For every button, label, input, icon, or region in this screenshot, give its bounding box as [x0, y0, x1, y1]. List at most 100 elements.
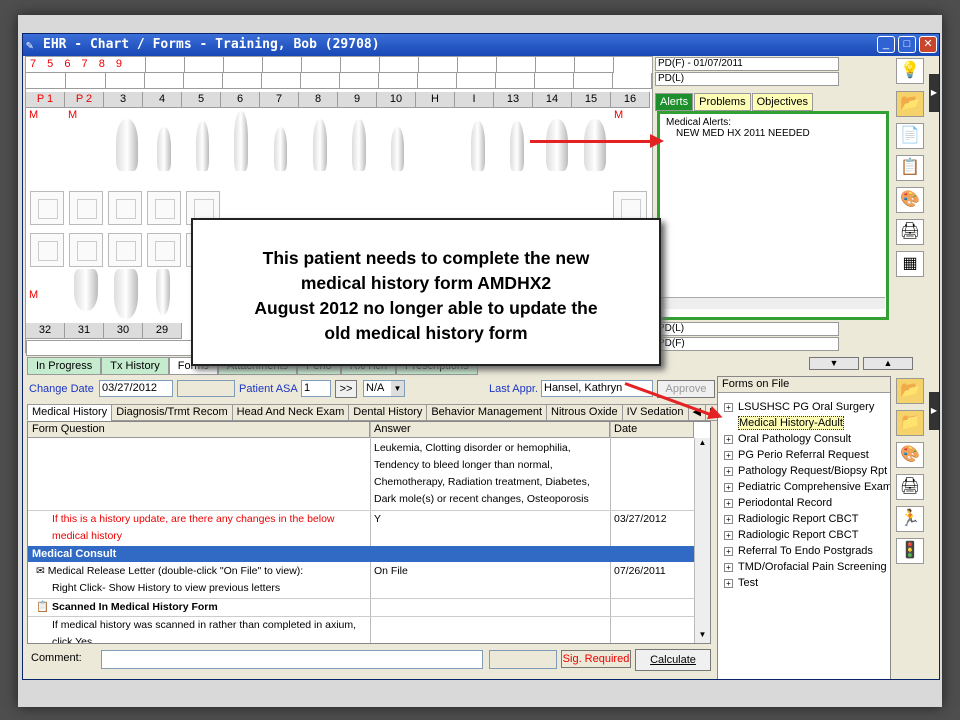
occlusal-surface[interactable]	[108, 191, 142, 225]
expand-icon[interactable]: +	[724, 578, 733, 588]
tooth-number[interactable]: H	[416, 92, 455, 108]
tooth-image[interactable]	[471, 121, 485, 171]
expand-arrow-icon[interactable]: ▶	[929, 392, 939, 430]
form-list-item[interactable]: + Periodontal Record	[718, 495, 890, 511]
tooth-number[interactable]: 31	[65, 323, 104, 339]
tab-in-progress[interactable]: In Progress	[27, 357, 102, 375]
tooth-image[interactable]	[156, 269, 170, 315]
tooth-number[interactable]: P 1	[26, 92, 65, 108]
runner-icon[interactable]: 🏃	[896, 506, 924, 532]
question-cell[interactable]: 📋 Scanned In Medical History Form	[32, 599, 218, 616]
na-select[interactable]: N/A ▼	[363, 380, 405, 397]
asa-next-button[interactable]: >>	[335, 380, 357, 398]
tab-behavior[interactable]: Behavior Management	[426, 404, 548, 421]
form-list-item[interactable]: + Oral Pathology Consult	[718, 431, 890, 447]
tab-diagnosis[interactable]: Diagnosis/Trmt Recom	[111, 404, 233, 421]
occlusal-surface[interactable]	[69, 233, 103, 267]
form-list-item[interactable]: + Pediatric Comprehensive Exam	[718, 479, 890, 495]
expand-icon[interactable]: +	[724, 482, 733, 492]
tooth-image[interactable]	[116, 119, 138, 171]
tooth-number[interactable]: 10	[377, 92, 416, 108]
maximize-button[interactable]: □	[898, 36, 916, 53]
occlusal-surface[interactable]	[108, 233, 142, 267]
calculate-button[interactable]: Calculate	[635, 649, 711, 671]
comment-field[interactable]	[101, 650, 483, 669]
tooth-number[interactable]: 8	[299, 92, 338, 108]
tooth-image[interactable]	[114, 269, 138, 319]
traffic-light-icon[interactable]: 🚦	[896, 538, 924, 564]
folder-delete-icon[interactable]: 📁	[896, 410, 924, 436]
occlusal-surface[interactable]	[30, 191, 64, 225]
xray-icon[interactable]: ▦	[896, 251, 924, 277]
tooth-image[interactable]	[546, 119, 568, 171]
expand-icon[interactable]: +	[724, 514, 733, 524]
col-header-date[interactable]: Date	[610, 422, 694, 438]
answer-cell[interactable]: Y	[370, 511, 381, 528]
expand-icon[interactable]: +	[724, 546, 733, 556]
alert-item[interactable]: NEW MED HX 2011 NEEDED	[666, 128, 880, 139]
tooth-image[interactable]	[352, 119, 366, 171]
patient-asa-field[interactable]: 1	[301, 380, 331, 397]
tooth-number[interactable]: 3	[104, 92, 143, 108]
occlusal-surface[interactable]	[30, 233, 64, 267]
expand-icon[interactable]: +	[724, 562, 733, 572]
expand-arrow-icon[interactable]: ▶	[929, 74, 939, 112]
tooth-image[interactable]	[510, 121, 524, 171]
form-list-item[interactable]: + LSUSHSC PG Oral Surgery	[718, 399, 890, 415]
scroll-down-button[interactable]: ▼	[809, 357, 859, 370]
tab-head-neck[interactable]: Head And Neck Exam	[231, 404, 350, 421]
folder-add-icon[interactable]: 📂	[896, 378, 924, 404]
expand-icon[interactable]: +	[724, 402, 733, 412]
form-list-item[interactable]: + Pathology Request/Biopsy Rpt	[718, 463, 890, 479]
printer-icon[interactable]: 🖨	[896, 474, 924, 500]
form-list-item[interactable]: Medical History-Adult	[718, 415, 890, 431]
tooth-number[interactable]: 15	[572, 92, 611, 108]
answer-cell[interactable]: Leukemia, Clotting disorder or hemophili…	[370, 440, 590, 508]
tooth-number[interactable]: P 2	[65, 92, 104, 108]
form-list-item[interactable]: + Referral To Endo Postgrads	[718, 543, 890, 559]
tooth-number[interactable]: 14	[533, 92, 572, 108]
occlusal-surface[interactable]	[147, 233, 181, 267]
tab-nitrous[interactable]: Nitrous Oxide	[546, 404, 623, 421]
tab-problems[interactable]: Problems	[694, 93, 751, 111]
expand-icon[interactable]: +	[724, 530, 733, 540]
tooth-image[interactable]	[196, 121, 209, 171]
chevron-down-icon[interactable]: ▼	[391, 381, 404, 396]
tooth-number[interactable]: 4	[143, 92, 182, 108]
tooth-number[interactable]: 6	[221, 92, 260, 108]
answer-cell[interactable]: On File	[370, 563, 408, 580]
palette-icon[interactable]: 🎨	[896, 187, 924, 213]
minimize-button[interactable]: _	[877, 36, 895, 53]
notes-icon[interactable]: 📋	[896, 155, 924, 181]
tab-medical-history[interactable]: Medical History	[27, 404, 113, 421]
form-list-item[interactable]: + Radiologic Report CBCT	[718, 511, 890, 527]
occlusal-surface[interactable]	[69, 191, 103, 225]
tooth-image[interactable]	[157, 127, 171, 171]
tooth-image[interactable]	[234, 111, 248, 171]
sig-required-button[interactable]: Sig. Required	[561, 650, 631, 668]
tooth-image[interactable]	[313, 119, 327, 171]
tooth-number[interactable]: 30	[104, 323, 143, 339]
tooth-number[interactable]: 9	[338, 92, 377, 108]
form-list-item[interactable]: + Test	[718, 575, 890, 591]
question-cell[interactable]: If medical history was scanned in rather…	[48, 617, 356, 643]
tab-dental-history[interactable]: Dental History	[348, 404, 428, 421]
tooth-number[interactable]: 7	[260, 92, 299, 108]
document-add-icon[interactable]: 📄	[896, 123, 924, 149]
tooth-number[interactable]: 5	[182, 92, 221, 108]
question-cell[interactable]: If this is a history update, are there a…	[48, 511, 335, 545]
expand-icon[interactable]: +	[724, 434, 733, 444]
col-header-question[interactable]: Form Question	[28, 422, 370, 438]
tooth-image[interactable]	[274, 127, 287, 171]
bulb-icon[interactable]: 💡	[896, 58, 924, 84]
change-date-field[interactable]: 03/27/2012	[99, 380, 173, 397]
date-cell[interactable]: 03/27/2012	[610, 511, 667, 528]
expand-icon[interactable]: +	[724, 450, 733, 460]
form-list-item[interactable]: + PG Perio Referral Request	[718, 447, 890, 463]
tab-iv-sedation[interactable]: IV Sedation	[621, 404, 689, 421]
approve-button[interactable]: Approve	[657, 380, 715, 398]
horizontal-scrollbar[interactable]	[659, 297, 885, 309]
scroll-down-icon[interactable]: ▼	[695, 630, 710, 643]
close-button[interactable]: ✕	[919, 36, 937, 53]
tooth-image[interactable]	[584, 119, 606, 171]
